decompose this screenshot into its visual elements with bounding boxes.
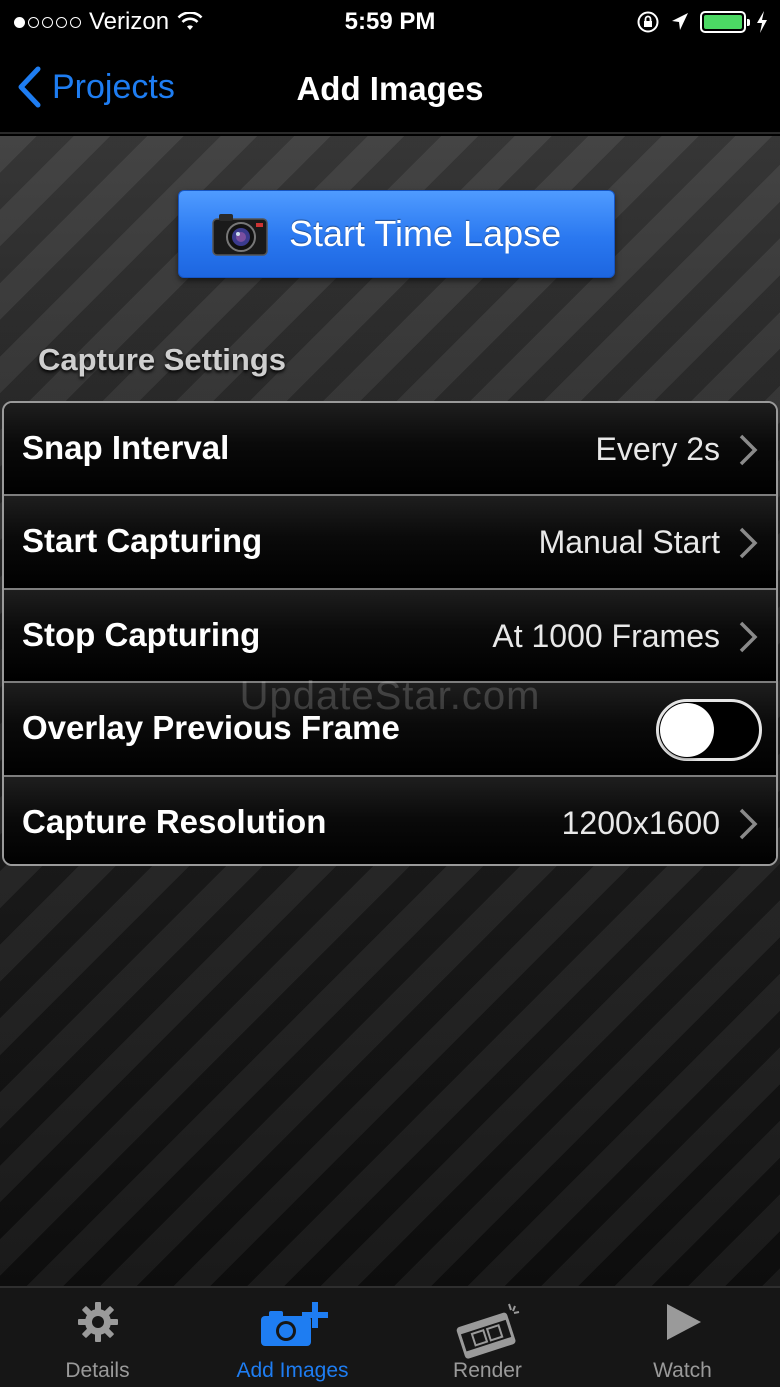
- setting-row-start-capturing[interactable]: Start Capturing Manual Start: [4, 496, 776, 590]
- setting-label: Start Capturing: [22, 522, 263, 560]
- location-arrow-icon: [672, 13, 688, 30]
- tab-details[interactable]: Details: [0, 1288, 195, 1387]
- setting-value: At 1000 Frames: [492, 617, 720, 654]
- chevron-right-icon: [739, 808, 758, 839]
- battery-icon: [700, 11, 750, 33]
- camera-icon: [212, 214, 268, 256]
- rotation-lock-icon: [637, 11, 659, 33]
- tab-bar: Details Add Images Render Watch: [0, 1286, 780, 1387]
- clapperboard-icon: [456, 1303, 519, 1359]
- section-title-capture-settings: Capture Settings: [38, 342, 287, 377]
- tab-label: Details: [65, 1359, 130, 1382]
- tab-label: Render: [453, 1359, 522, 1382]
- setting-label: Capture Resolution: [22, 802, 327, 840]
- start-time-lapse-button[interactable]: Start Time Lapse: [178, 190, 615, 278]
- status-right: [636, 10, 768, 34]
- tab-watch[interactable]: Watch: [585, 1288, 780, 1387]
- watermark: UpdateStar.com: [239, 674, 541, 718]
- tab-render[interactable]: Render: [390, 1288, 585, 1387]
- start-time-lapse-label: Start Time Lapse: [289, 213, 562, 254]
- tab-label: Add Images: [236, 1359, 349, 1382]
- navigation-bar: Projects Add Images: [0, 46, 780, 134]
- setting-row-snap-interval[interactable]: Snap Interval Every 2s: [4, 403, 776, 497]
- setting-value: Every 2s: [595, 431, 720, 467]
- setting-row-stop-capturing[interactable]: Stop Capturing At 1000 Frames: [4, 589, 776, 684]
- tab-add-images[interactable]: Add Images: [195, 1288, 390, 1387]
- setting-row-capture-resolution[interactable]: Capture Resolution 1200x1600: [4, 776, 776, 864]
- chevron-right-icon: [739, 528, 758, 559]
- gear-icon: [77, 1302, 118, 1342]
- play-icon: [666, 1304, 701, 1340]
- status-bar: Verizon 5:59 PM: [0, 0, 780, 46]
- battery-fill: [704, 15, 742, 29]
- setting-value: Manual Start: [538, 524, 720, 561]
- chevron-right-icon: [739, 621, 758, 653]
- setting-label: Snap Interval: [22, 429, 230, 466]
- chevron-right-icon: [739, 434, 758, 466]
- setting-label: Stop Capturing: [22, 615, 261, 653]
- camera-plus-icon: [260, 1302, 328, 1346]
- content-area: Start Time Lapse Capture Settings Snap I…: [0, 136, 780, 1286]
- capture-settings-table: Snap Interval Every 2s Start Capturing M…: [2, 401, 778, 866]
- page-title: Add Images: [296, 70, 484, 107]
- setting-value: 1200x1600: [561, 804, 720, 841]
- charging-bolt-icon: [757, 11, 767, 33]
- tab-label: Watch: [653, 1359, 712, 1382]
